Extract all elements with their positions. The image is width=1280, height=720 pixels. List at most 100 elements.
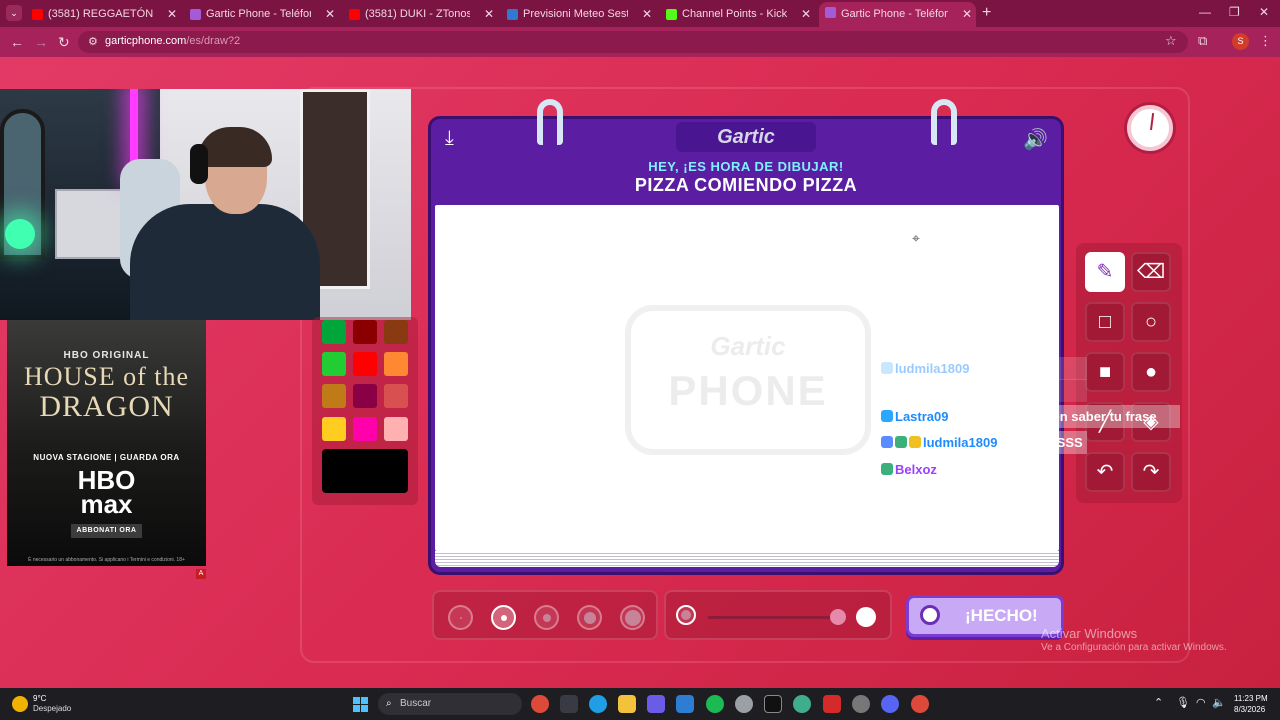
drawing-notebook: Gartic ⤓ 🔊 HEY, ¡ES HORA DE DIBUJAR! PIZ… [428,116,1064,575]
ad-subtitle: NUOVA STAGIONE | GUARDA ORA [33,453,180,462]
chat-text: VOOOSSSS [1009,435,1083,450]
filled-ellipse-tool-icon[interactable]: ● [1131,352,1171,392]
color-swatch[interactable] [353,417,377,441]
tab-gartic-active[interactable]: Gartic Phone - Teléfono Descor ✕ [819,2,976,27]
teams-icon[interactable] [647,695,665,713]
epic-games-icon[interactable] [764,695,782,713]
brush-size-1[interactable] [448,605,473,630]
close-window-icon[interactable]: ✕ [1259,5,1269,19]
notebook-pages [435,551,1059,567]
close-tab-icon[interactable]: ✕ [325,4,335,24]
obs-icon[interactable] [735,695,753,713]
close-tab-icon[interactable]: ✕ [962,2,972,26]
color-swatch[interactable] [322,417,346,441]
task-view-icon[interactable] [560,695,578,713]
gartic-icon [825,7,836,18]
tab-search-button[interactable]: ⌄ [6,5,22,21]
forward-icon[interactable]: → [34,34,48,50]
taskbar-time[interactable]: 11:23 PM [1234,694,1268,703]
close-tab-icon[interactable]: ✕ [642,4,652,24]
color-swatch[interactable] [384,417,408,441]
done-label: ¡HECHO! [965,606,1038,625]
close-tab-icon[interactable]: ✕ [484,4,494,24]
rectangle-tool-icon[interactable]: □ [1085,302,1125,342]
restore-icon[interactable]: ❐ [1229,5,1240,19]
tab-kick[interactable]: Channel Points - Kick Dashboar ✕ [660,4,815,24]
undo-icon[interactable]: ↶ [1085,452,1125,492]
close-tab-icon[interactable]: ✕ [167,4,177,24]
speaker-icon[interactable]: 🔈 [1212,696,1226,709]
back-icon[interactable]: ← [10,34,24,50]
extensions-icon[interactable]: ⧉ [1198,33,1207,49]
app-icon[interactable] [823,695,841,713]
brush-size-2[interactable] [491,605,516,630]
brush-size-4[interactable] [577,605,602,630]
store-icon[interactable] [676,695,694,713]
filled-rectangle-tool-icon[interactable]: ■ [1085,352,1125,392]
site-info-icon[interactable]: ⚙ [88,35,98,48]
ad-choices-icon[interactable]: A [196,569,206,579]
brush-size-3[interactable] [534,605,559,630]
eraser-tool-icon[interactable]: ⌫ [1131,252,1171,292]
bookmark-star-icon[interactable]: ☆ [1165,33,1177,49]
chat-username: ludmila1809 [895,361,970,376]
tab-title: Gartic Phone - Teléfono Descor [206,8,311,20]
pen-tool-icon[interactable]: ✎ [1085,252,1125,292]
search-placeholder: Buscar [400,698,432,709]
url-field[interactable]: ⚙ garticphone.com/es/draw?2 [78,31,1188,53]
chrome-icon[interactable] [531,695,549,713]
color-swatch[interactable] [353,384,377,408]
chrome-profile-icon[interactable] [911,695,929,713]
tab-title: (3581) REGGAETÓN OLD SCHO [48,8,153,20]
weather-moon-icon[interactable] [12,696,28,712]
windows-start-icon[interactable] [353,697,368,712]
file-explorer-icon[interactable] [618,695,636,713]
tab-meteo[interactable]: Previsioni Meteo Sestri levante ✕ [501,4,656,24]
color-swatch[interactable] [322,384,346,408]
color-swatch[interactable] [322,320,346,344]
page-content: HBO ORIGINAL HOUSE of the DRAGON NUOVA S… [0,57,1280,688]
notebook-ring [931,99,957,145]
color-swatch[interactable] [322,352,346,376]
minimize-icon[interactable]: — [1199,5,1211,19]
color-swatch[interactable] [384,384,408,408]
opacity-slider-track[interactable] [708,616,838,619]
tab-reggaeton[interactable]: (3581) REGGAETÓN OLD SCHO ✕ [26,4,181,24]
color-swatch[interactable] [384,320,408,344]
color-swatch[interactable] [353,352,377,376]
volume-icon[interactable]: 🔊 [1023,127,1048,152]
download-icon[interactable]: ⤓ [445,127,454,150]
ad-title-line2: DRAGON [39,390,174,423]
wifi-icon[interactable]: ◠ [1196,696,1206,709]
color-swatch[interactable] [384,352,408,376]
ad-title-line1: HOUSE of the [23,362,190,391]
reload-icon[interactable]: ↻ [58,34,70,51]
kebab-menu-icon[interactable]: ⋮ [1259,33,1272,49]
taskbar-search[interactable]: ⌕ Buscar [378,693,522,715]
badge-icon [881,463,893,475]
browser-icon[interactable] [793,695,811,713]
spotify-icon[interactable] [706,695,724,713]
close-tab-icon[interactable]: ✕ [801,4,811,24]
tools-panel: ✎ ⌫ □ ○ ■ ● ╱ ◈ ↶ ↷ [1076,243,1182,503]
ellipse-tool-icon[interactable]: ○ [1131,302,1171,342]
ad-title: HOUSE of the DRAGON [7,364,206,424]
profile-avatar[interactable]: S [1232,33,1249,50]
discord-icon[interactable] [881,695,899,713]
tab-duki[interactable]: (3581) DUKI - ZTonos (Video Of ✕ [343,4,498,24]
crown-icon [909,436,921,448]
selected-color[interactable] [322,449,408,493]
tab-gartic-1[interactable]: Gartic Phone - Teléfono Descor ✕ [184,4,339,24]
edge-icon[interactable] [589,695,607,713]
taskbar-date[interactable]: 8/3/2026 [1234,705,1265,714]
color-swatch[interactable] [353,320,377,344]
opacity-slider-handle[interactable] [830,609,846,625]
new-tab-icon[interactable]: + [982,4,991,22]
microphone-icon[interactable]: 🎙 [1176,696,1190,709]
brush-size-5[interactable] [620,605,645,630]
subscribe-button[interactable]: ABBONATI ORA [71,524,142,538]
redo-icon[interactable]: ↷ [1131,452,1171,492]
hbo-ad[interactable]: HBO ORIGINAL HOUSE of the DRAGON NUOVA S… [7,320,206,566]
settings-icon[interactable] [852,695,870,713]
tray-overflow-icon[interactable]: ⌃ [1154,696,1163,709]
